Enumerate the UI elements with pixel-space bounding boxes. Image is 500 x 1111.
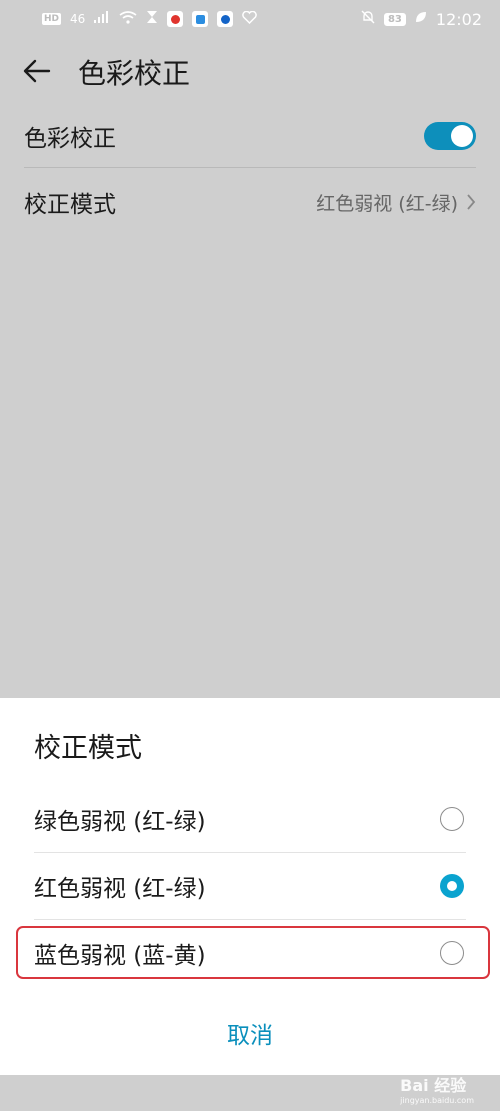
watermark: Bai 经验 jingyan.baidu.com [400, 1072, 474, 1105]
app-bar: 色彩校正 [0, 40, 500, 102]
battery-indicator: 83 [383, 12, 406, 26]
hd-badge: HD [42, 13, 62, 25]
wifi-icon [119, 10, 137, 28]
radio-button[interactable] [440, 807, 464, 831]
message-app-icon [192, 11, 209, 27]
mute-bell-icon [361, 10, 375, 28]
correction-mode-dialog: 校正模式 绿色弱视 (红-绿) 红色弱视 (红-绿) 蓝色弱视 (蓝-黄) 取消 [0, 698, 500, 1075]
color-correction-toggle[interactable] [424, 121, 476, 150]
option-label: 绿色弱视 (红-绿) [34, 809, 206, 835]
radio-button-selected[interactable] [440, 874, 464, 898]
correction-mode-value-wrap: 红色弱视 (红-绿) [316, 189, 476, 216]
clock: 12:02 [435, 9, 482, 29]
correction-mode-row[interactable]: 校正模式 红色弱视 (红-绿) [24, 170, 476, 234]
dialog-title: 校正模式 [34, 733, 142, 764]
radio-button[interactable] [440, 941, 464, 965]
signal-label: 46 [70, 12, 86, 26]
option-red-weak[interactable]: 红色弱视 (红-绿) [34, 853, 466, 920]
watermark-subtext: jingyan.baidu.com [400, 1096, 474, 1105]
status-bar-left: HD 46 [42, 10, 258, 28]
page-title: 色彩校正 [78, 57, 191, 90]
weibo-app-icon [167, 11, 184, 27]
option-green-weak[interactable]: 绿色弱视 (红-绿) [34, 786, 466, 853]
qq-app-icon [217, 11, 234, 27]
option-label: 蓝色弱视 (蓝-黄) [34, 943, 206, 969]
color-correction-label: 色彩校正 [24, 125, 116, 152]
chevron-right-icon [467, 194, 476, 210]
option-blue-weak[interactable]: 蓝色弱视 (蓝-黄) [34, 920, 466, 986]
cancel-button[interactable]: 取消 [0, 1016, 500, 1050]
status-bar: HD 46 83 12:02 [0, 0, 500, 38]
signal-icon [94, 11, 110, 27]
back-button[interactable] [22, 56, 52, 86]
status-bar-right: 83 12:02 [361, 10, 482, 29]
correction-mode-value: 红色弱视 (红-绿) [316, 192, 458, 215]
color-correction-row[interactable]: 色彩校正 [24, 104, 476, 168]
bottom-strip: Bai 经验 jingyan.baidu.com [0, 1075, 500, 1111]
correction-mode-label: 校正模式 [24, 192, 116, 218]
option-label: 红色弱视 (红-绿) [34, 876, 206, 902]
watermark-text: Bai 经验 [400, 1076, 467, 1095]
back-arrow-icon [23, 59, 51, 83]
leaf-icon [415, 11, 427, 27]
hourglass-icon [146, 10, 158, 28]
heart-icon [242, 10, 258, 28]
